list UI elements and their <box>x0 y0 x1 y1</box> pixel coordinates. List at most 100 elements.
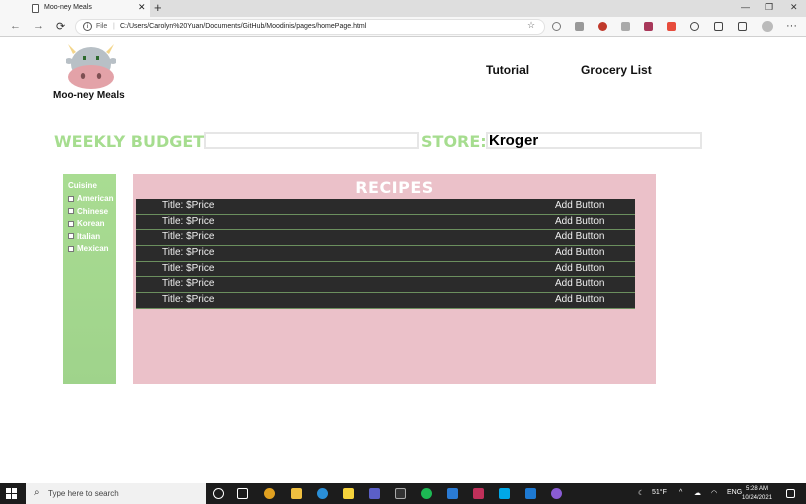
cuisine-heading: Cuisine <box>68 181 97 190</box>
recipe-row: Title: $Price Add Button <box>136 293 635 309</box>
more-menu-icon[interactable]: ··· <box>786 20 797 32</box>
nav-tutorial-link[interactable]: Tutorial <box>486 63 529 77</box>
cuisine-option-mexican[interactable]: Mexican <box>68 244 109 254</box>
intellij-icon[interactable] <box>473 488 484 499</box>
terminal-icon[interactable] <box>395 488 406 499</box>
option-label: Korean <box>77 219 105 228</box>
collections-button-icon[interactable] <box>738 22 747 31</box>
vscode-icon[interactable] <box>525 488 536 499</box>
add-button[interactable]: Add Button <box>555 231 604 242</box>
cortana-icon[interactable] <box>213 488 224 499</box>
nav-grocery-list-link[interactable]: Grocery List <box>581 63 652 77</box>
favorite-star-icon[interactable]: ☆ <box>527 20 535 31</box>
wifi-icon[interactable]: ◠ <box>711 489 717 497</box>
address-toolbar: ← → ⟳ i File | C:/Users/Carolyn%20Yuan/D… <box>0 17 806 37</box>
cuisine-option-korean[interactable]: Korean <box>68 219 105 229</box>
page-icon <box>32 4 39 13</box>
shield-icon[interactable] <box>552 22 561 31</box>
recipe-row: Title: $Price Add Button <box>136 277 635 294</box>
recipe-list: Title: $Price Add Button Title: $Price Add… <box>136 199 635 309</box>
favorites-icon[interactable] <box>714 22 723 31</box>
checkbox[interactable] <box>68 208 74 215</box>
file-label: File <box>96 23 108 30</box>
tab-close-icon[interactable]: ✕ <box>138 2 146 13</box>
extension-pink-icon[interactable] <box>644 22 653 31</box>
github-desktop-icon[interactable] <box>551 488 562 499</box>
info-icon[interactable]: i <box>83 22 92 31</box>
refresh-icon[interactable]: ⟳ <box>56 20 65 33</box>
tray-chevron-icon[interactable]: ^ <box>679 489 682 496</box>
new-tab-button[interactable]: + <box>154 0 162 15</box>
collections-icon[interactable] <box>575 22 584 31</box>
extension-gray-icon[interactable] <box>621 22 630 31</box>
brand-name: Moo-ney Meals <box>53 90 125 101</box>
cloud-icon[interactable]: ☁ <box>694 489 701 497</box>
sticky-notes-icon[interactable] <box>343 488 354 499</box>
store-label: STORE: <box>421 132 487 151</box>
extension-red-icon[interactable] <box>598 22 607 31</box>
file-explorer-icon[interactable] <box>291 488 302 499</box>
spotify-icon[interactable] <box>421 488 432 499</box>
start-button[interactable] <box>6 488 17 499</box>
address-bar[interactable]: i File | C:/Users/Carolyn%20Yuan/Documen… <box>75 19 545 35</box>
cuisine-option-american[interactable]: American <box>68 194 113 204</box>
weekly-budget-input[interactable] <box>204 132 419 149</box>
recipes-panel: RECIPES Title: $Price Add Button Title: $… <box>133 174 656 384</box>
profile-avatar[interactable] <box>762 21 773 32</box>
cow-logo[interactable] <box>66 42 116 90</box>
checkbox[interactable] <box>68 233 74 240</box>
clock-time: 5:28 AM <box>746 486 769 492</box>
add-button[interactable]: Add Button <box>555 216 604 227</box>
back-icon[interactable]: ← <box>10 20 21 32</box>
add-button[interactable]: Add Button <box>555 263 604 274</box>
add-button[interactable]: Add Button <box>555 278 604 289</box>
add-button[interactable]: Add Button <box>555 294 604 305</box>
language-indicator[interactable]: ENG <box>727 489 742 496</box>
url-text[interactable]: C:/Users/Carolyn%20Yuan/Documents/GitHub… <box>120 23 366 30</box>
extensions-puzzle-icon[interactable] <box>690 22 699 31</box>
skype-icon[interactable] <box>499 488 510 499</box>
checkbox[interactable] <box>68 195 74 202</box>
recipe-title: Title: $Price <box>162 200 215 211</box>
browser-tab[interactable]: Moo-ney Meals ✕ <box>0 0 150 17</box>
option-label: Italian <box>77 231 101 241</box>
option-label: Chinese <box>77 206 109 216</box>
teams-icon[interactable] <box>369 488 380 499</box>
extension-tp-icon[interactable] <box>667 22 676 31</box>
search-icon: ⌕ <box>34 487 40 498</box>
minimize-button[interactable]: — <box>741 2 750 12</box>
recipe-row: Title: $Price Add Button <box>136 199 635 215</box>
option-label: Mexican <box>77 244 109 253</box>
restore-button[interactable]: ❐ <box>765 2 773 13</box>
cuisine-option-chinese[interactable]: Chinese <box>68 207 108 217</box>
close-window-button[interactable]: ✕ <box>790 2 798 13</box>
edge-icon[interactable] <box>317 488 328 499</box>
recipe-row: Title: $Price Add Button <box>136 214 635 231</box>
chrome-icon[interactable] <box>264 488 275 499</box>
recipe-title: Title: $Price <box>162 231 215 243</box>
app-blue-icon[interactable] <box>447 488 458 499</box>
clock[interactable]: 5:28 AM 10/24/2021 <box>742 485 772 503</box>
browser-tabbar: Moo-ney Meals ✕ + — ❐ ✕ <box>0 0 806 17</box>
add-button[interactable]: Add Button <box>555 200 604 211</box>
cuisine-option-italian[interactable]: Italian <box>68 232 100 242</box>
windows-taskbar: ⌕ Type here to search ☾ 51°F ^ ☁ ◠ ENG 5… <box>0 483 806 504</box>
checkbox[interactable] <box>68 220 74 227</box>
recipe-row: Title: $Price Add Button <box>136 230 635 247</box>
temperature[interactable]: 51°F <box>652 489 667 496</box>
task-view-icon[interactable] <box>237 488 248 499</box>
checkbox[interactable] <box>68 245 74 252</box>
separator: | <box>113 23 115 30</box>
taskbar-search[interactable]: ⌕ Type here to search <box>26 483 206 504</box>
recipes-heading: RECIPES <box>355 178 434 197</box>
tab-title: Moo-ney Meals <box>44 4 92 11</box>
recipe-title: Title: $Price <box>162 278 215 290</box>
weather-moon-icon: ☾ <box>638 490 645 497</box>
notifications-icon[interactable] <box>786 489 795 498</box>
store-input[interactable]: Kroger <box>486 132 702 149</box>
forward-icon[interactable]: → <box>33 20 44 32</box>
add-button[interactable]: Add Button <box>555 247 604 258</box>
recipe-title: Title: $Price <box>162 215 215 227</box>
recipe-title: Title: $Price <box>162 247 215 259</box>
cuisine-sidebar: Cuisine American Chinese Korean Italian … <box>63 174 116 384</box>
